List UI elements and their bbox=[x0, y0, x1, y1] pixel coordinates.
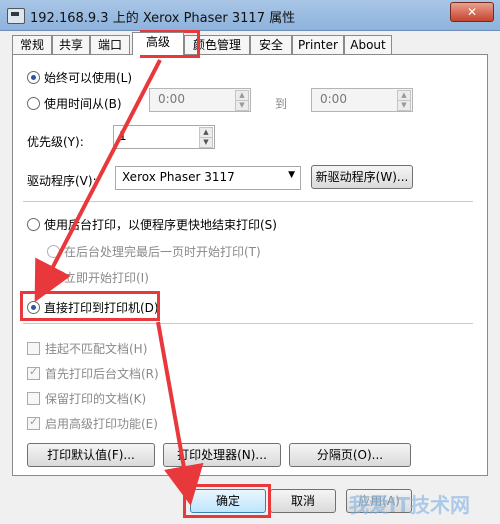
arrow-to-print-direct bbox=[34, 59, 162, 303]
arrow-to-ok-button bbox=[156, 321, 204, 506]
annotation-arrows bbox=[34, 59, 204, 506]
watermark: 我爱IT技术网 bbox=[348, 493, 470, 517]
tab-advanced[interactable]: 高级 bbox=[132, 32, 184, 55]
